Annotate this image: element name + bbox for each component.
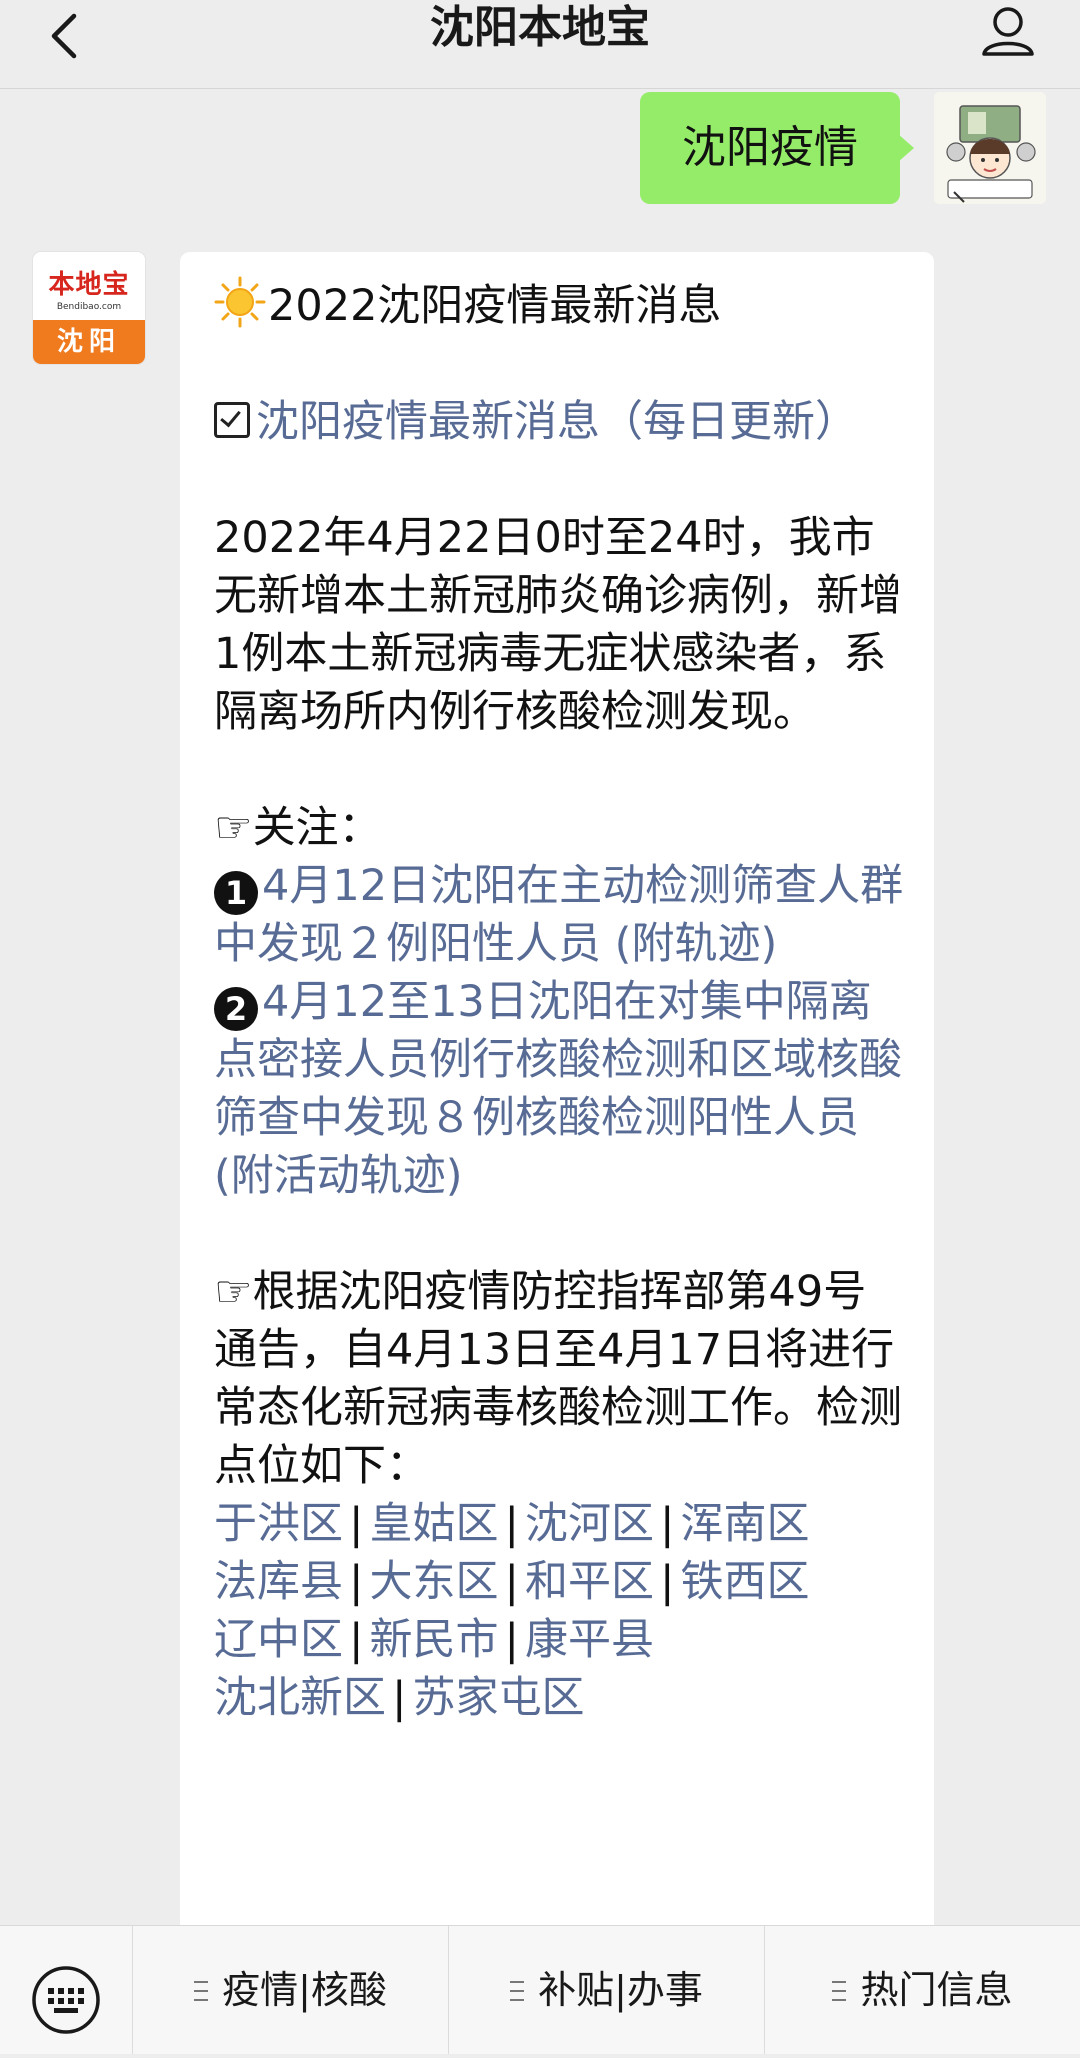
user-avatar[interactable] xyxy=(934,92,1046,204)
headline-line: 2022沈阳疫情最新消息 xyxy=(214,276,904,335)
district-link[interactable]: 皇姑区 xyxy=(370,1499,499,1549)
keyboard-toggle-button[interactable] xyxy=(0,1926,133,2054)
focus-heading: ☞关注： xyxy=(214,799,904,857)
district-link[interactable]: 沈北新区 xyxy=(214,1673,386,1723)
person-icon[interactable] xyxy=(978,2,1038,62)
sun-icon xyxy=(214,276,266,328)
menu-item-label: 补贴|办事 xyxy=(538,1968,703,2012)
number-badge-icon: 2 xyxy=(214,987,258,1031)
district-link[interactable]: 大东区 xyxy=(370,1557,499,1607)
daily-update-link[interactable]: 沈阳疫情最新消息（每日更新） xyxy=(256,397,858,447)
district-link[interactable]: 康平县 xyxy=(525,1615,654,1665)
menu-item-subsidy[interactable]: 补贴|办事 xyxy=(449,1926,765,2054)
district-link[interactable]: 铁西区 xyxy=(681,1557,810,1607)
focus-item: 1 4月12日沈阳在主动检测筛查人群中发现２例阳性人员 (附轨迹) xyxy=(214,857,904,973)
notice-body: 根据沈阳疫情防控指挥部第49号通告，自4月13日至4月17日将进行常态化新冠病毒… xyxy=(214,1267,902,1491)
district-row: 法库县 | 大东区 | 和平区 | 铁西区 xyxy=(214,1553,904,1611)
menu-item-epidemic[interactable]: 疫情|核酸 xyxy=(133,1926,449,2054)
separator: | xyxy=(504,1499,520,1549)
number-badge-icon: 1 xyxy=(214,871,258,915)
separator: | xyxy=(392,1673,407,1723)
bot-avatar-logo[interactable]: 本地宝 Bendibao.com 沈阳 xyxy=(33,252,145,364)
nav-header: 沈阳本地宝 xyxy=(0,0,1080,89)
separator: | xyxy=(504,1557,520,1607)
focus-link-2[interactable]: 4月12至13日沈阳在对集中隔离点密接人员例行核酸检测和区域核酸筛查中发现８例核… xyxy=(214,977,902,1201)
menu-item-label: 热门信息 xyxy=(860,1968,1013,2012)
bot-message-bubble: 2022沈阳疫情最新消息 沈阳疫情最新消息（每日更新） 2022年4月22日0时… xyxy=(180,252,934,1962)
page-title: 沈阳本地宝 xyxy=(430,2,650,53)
separator: | xyxy=(660,1499,675,1549)
user-message-bubble[interactable]: 沈阳疫情 xyxy=(640,92,914,204)
menu-item-hot-info[interactable]: 热门信息 xyxy=(765,1926,1080,2054)
separator: | xyxy=(349,1615,364,1665)
report-text: 2022年4月22日0时至24时，我市无新增本土新冠肺炎确诊病例，新增1例本土新… xyxy=(214,513,902,737)
district-link[interactable]: 辽中区 xyxy=(214,1615,343,1665)
focus-label: 关注： xyxy=(252,803,382,853)
menu-item-label: 疫情|核酸 xyxy=(222,1968,387,2012)
district-link[interactable]: 浑南区 xyxy=(681,1499,810,1549)
bottom-menu-bar: 疫情|核酸 补贴|办事 热门信息 xyxy=(0,1925,1080,2054)
menu-lines-icon xyxy=(832,1981,847,2001)
notice-text: ☞根据沈阳疫情防控指挥部第49号通告，自4月13日至4月17日将进行常态化新冠病… xyxy=(214,1263,904,1495)
menu-lines-icon xyxy=(194,1981,209,2001)
headline-text: 2022沈阳疫情最新消息 xyxy=(268,281,722,331)
district-row: 于洪区 | 皇姑区 | 沈河区 | 浑南区 xyxy=(214,1495,904,1553)
district-link[interactable]: 于洪区 xyxy=(214,1499,343,1549)
daily-update-line: 沈阳疫情最新消息（每日更新） xyxy=(214,393,904,451)
notice-section: ☞根据沈阳疫情防控指挥部第49号通告，自4月13日至4月17日将进行常态化新冠病… xyxy=(214,1263,904,1727)
focus-section: ☞关注： 1 4月12日沈阳在主动检测筛查人群中发现２例阳性人员 (附轨迹) 24… xyxy=(214,799,904,1205)
district-row: 沈北新区 | 苏家屯区 xyxy=(214,1669,904,1727)
district-row: 辽中区 | 新民市 | 康平县 xyxy=(214,1611,904,1669)
checkbox-icon xyxy=(214,402,250,438)
district-link[interactable]: 和平区 xyxy=(525,1557,654,1607)
district-link[interactable]: 苏家屯区 xyxy=(413,1673,585,1723)
logo-subtext: Bendibao.com xyxy=(56,302,122,312)
logo-city: 沈阳 xyxy=(33,320,145,364)
district-link[interactable]: 新民市 xyxy=(370,1615,499,1665)
keyboard-icon xyxy=(32,1966,100,2034)
district-link[interactable]: 法库县 xyxy=(214,1557,343,1607)
pointing-hand-icon: ☞ xyxy=(214,1267,253,1317)
separator: | xyxy=(660,1557,675,1607)
focus-item: 2 4月12至13日沈阳在对集中隔离点密接人员例行核酸检测和区域核酸筛查中发现８例… xyxy=(214,973,904,1205)
separator: | xyxy=(349,1557,364,1607)
separator: | xyxy=(504,1615,520,1665)
logo-text: 本地宝 xyxy=(48,270,130,300)
district-link[interactable]: 沈河区 xyxy=(525,1499,654,1549)
pointing-hand-icon: ☞ xyxy=(214,803,253,853)
separator: | xyxy=(349,1499,364,1549)
focus-link-1[interactable]: 4月12日沈阳在主动检测筛查人群中发现２例阳性人员 (附轨迹) xyxy=(214,861,903,969)
menu-lines-icon xyxy=(510,1981,525,2001)
